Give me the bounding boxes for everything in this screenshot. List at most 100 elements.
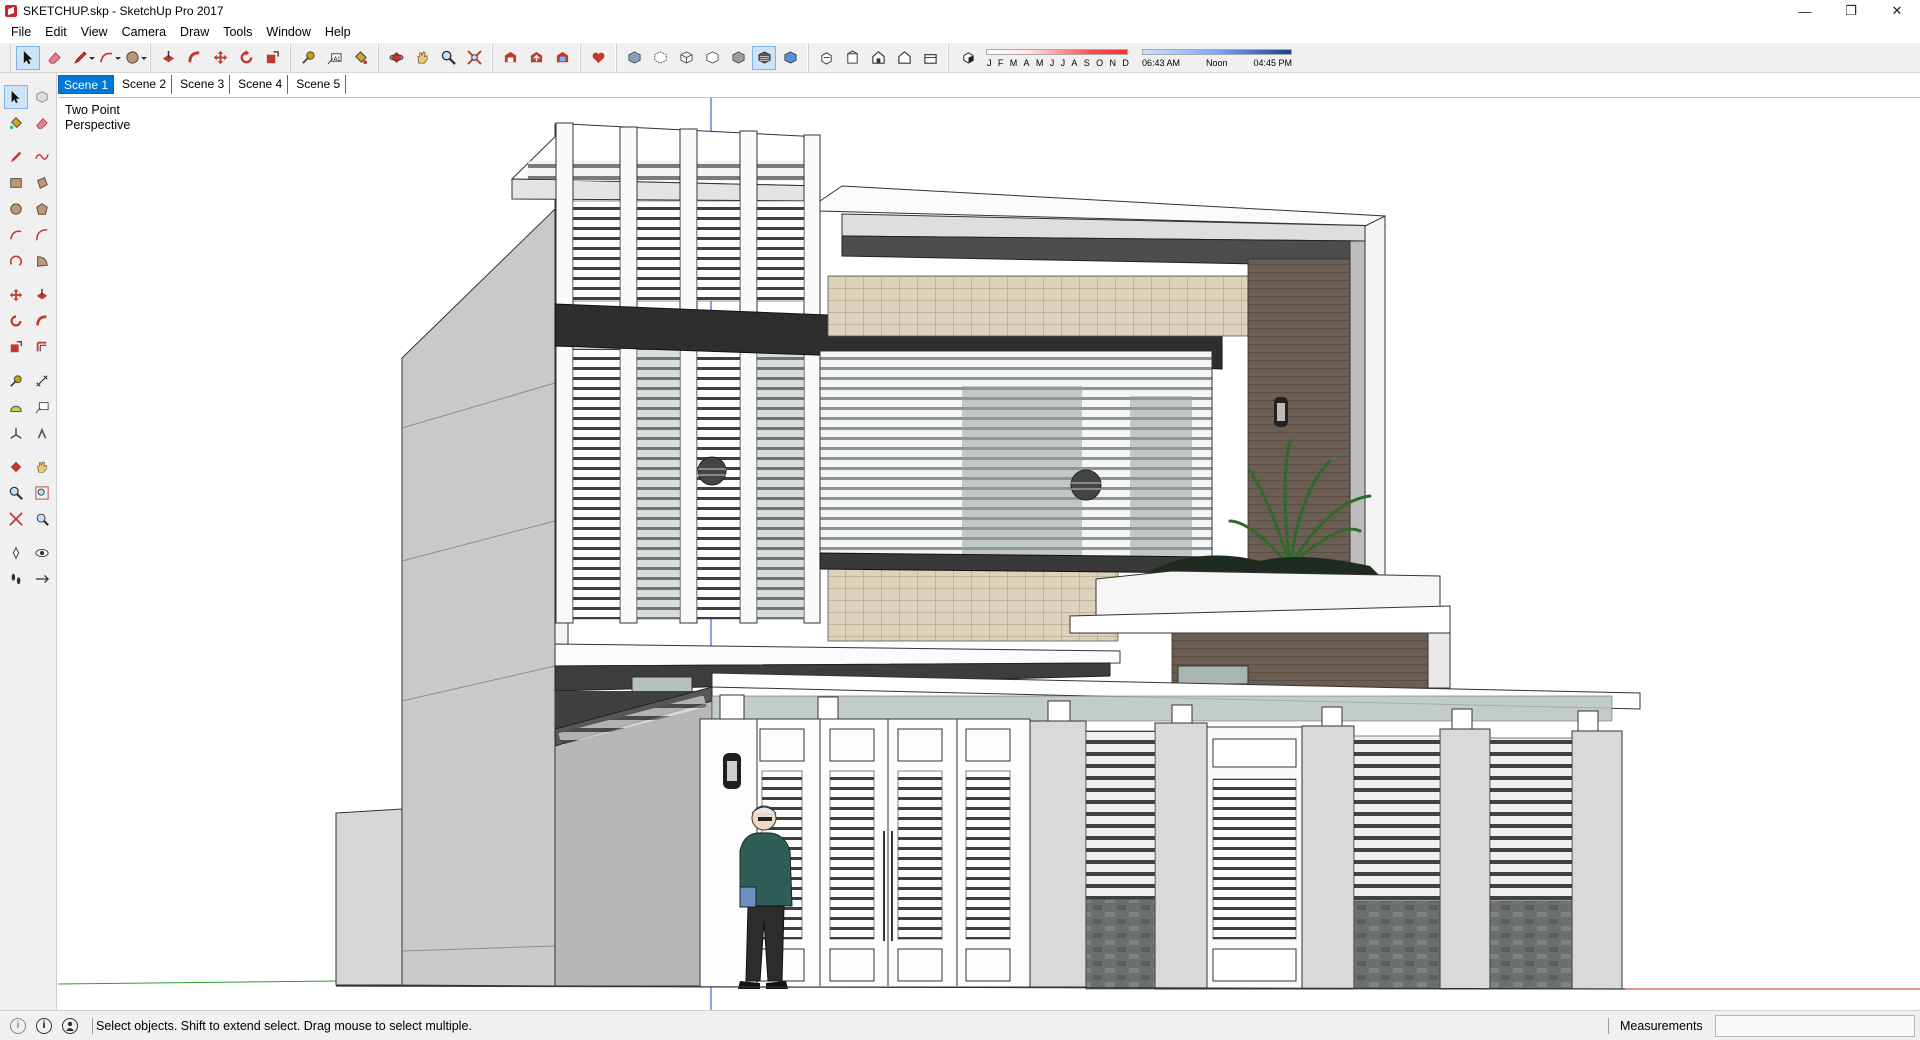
freehand-tool[interactable]: [30, 145, 54, 169]
close-button[interactable]: ✕: [1874, 0, 1920, 22]
display-shadows-button[interactable]: [956, 46, 980, 70]
scale-tool[interactable]: [4, 335, 28, 359]
right-view-button[interactable]: [892, 46, 916, 70]
shaded-with-textures-button[interactable]: [752, 45, 776, 70]
paint-bucket-tool[interactable]: [4, 111, 28, 135]
minimize-button[interactable]: —: [1782, 0, 1828, 22]
green-axis-line: [58, 980, 341, 985]
palette-row: [4, 369, 56, 393]
tape-measure-tool[interactable]: [4, 369, 28, 393]
extension-warehouse-button[interactable]: [586, 46, 610, 70]
menu-file[interactable]: File: [4, 22, 38, 42]
circle-tool[interactable]: [4, 197, 28, 221]
pan-tool[interactable]: [30, 455, 54, 479]
push-pull-tool[interactable]: [30, 283, 54, 307]
zoom-tool[interactable]: [4, 481, 28, 505]
share-model-button[interactable]: [524, 46, 548, 70]
position-camera-tool[interactable]: [4, 541, 28, 565]
two-point-arc-tool[interactable]: [30, 223, 54, 247]
previous-view-tool[interactable]: [30, 507, 54, 531]
month-label: M: [1009, 57, 1018, 68]
share-component-button[interactable]: [550, 46, 574, 70]
offset-tool[interactable]: [30, 335, 54, 359]
text-tool[interactable]: [30, 395, 54, 419]
axes-tool[interactable]: [4, 421, 28, 445]
back-view-button[interactable]: [918, 46, 942, 70]
user-account-icon[interactable]: [62, 1017, 78, 1034]
eraser-tool-button[interactable]: [42, 46, 66, 70]
shadow-month-slider[interactable]: J F M A M J J A S O N D: [986, 46, 1129, 70]
menu-edit[interactable]: Edit: [38, 22, 74, 42]
line-tool-button[interactable]: [68, 46, 95, 70]
orbit-tool[interactable]: [4, 455, 28, 479]
select-tool[interactable]: [4, 85, 28, 109]
menu-draw[interactable]: Draw: [173, 22, 216, 42]
shadow-time-slider[interactable]: 06:43 AM Noon 04:45 PM: [1142, 46, 1292, 70]
move-tool[interactable]: [4, 283, 28, 307]
iso-view-button[interactable]: [814, 46, 838, 70]
walk-tool[interactable]: [4, 567, 28, 591]
xray-style-button[interactable]: [622, 46, 646, 70]
rectangle-tool[interactable]: [4, 171, 28, 195]
zoom-extents-tool[interactable]: [4, 507, 28, 531]
section-plane-tool[interactable]: [30, 567, 54, 591]
back-edges-button[interactable]: [648, 46, 672, 70]
rotated-rectangle-tool[interactable]: [30, 171, 54, 195]
paint-bucket-button[interactable]: [348, 46, 372, 70]
menu-view[interactable]: View: [74, 22, 115, 42]
orbit-button[interactable]: [384, 46, 408, 70]
3d-warehouse-button[interactable]: [498, 46, 522, 70]
palette-row: [4, 111, 56, 135]
move-icon: [9, 288, 23, 302]
eraser-tool[interactable]: [30, 111, 54, 135]
look-around-tool[interactable]: [30, 541, 54, 565]
polygon-tool[interactable]: [30, 197, 54, 221]
scale-button[interactable]: [260, 46, 284, 70]
front-view-button[interactable]: [866, 46, 890, 70]
push-pull-button[interactable]: [156, 46, 180, 70]
monochrome-button[interactable]: [778, 46, 802, 70]
restore-button[interactable]: ❐: [1828, 0, 1874, 22]
rotate-button[interactable]: [234, 46, 258, 70]
follow-me-button[interactable]: [182, 46, 206, 70]
tab-scene-5[interactable]: Scene 5: [291, 75, 347, 94]
3d-text-tool[interactable]: [30, 421, 54, 445]
shape-tool-button[interactable]: [120, 46, 147, 70]
zoom-window-tool[interactable]: [30, 481, 54, 505]
zoom-button[interactable]: [436, 46, 460, 70]
rotate-tool[interactable]: [4, 309, 28, 333]
tab-scene-1[interactable]: Scene 1: [58, 75, 115, 94]
menu-window[interactable]: Window: [259, 22, 317, 42]
credits-info-icon[interactable]: i: [36, 1017, 52, 1034]
three-point-arc-tool[interactable]: [4, 249, 28, 273]
menu-tools[interactable]: Tools: [216, 22, 259, 42]
menu-help[interactable]: Help: [318, 22, 358, 42]
dimension-tool[interactable]: [30, 369, 54, 393]
top-view-button[interactable]: [840, 46, 864, 70]
text-tool-button[interactable]: A1: [322, 46, 346, 70]
move-button[interactable]: [208, 46, 232, 70]
pie-tool[interactable]: [30, 249, 54, 273]
component-tool[interactable]: [30, 85, 54, 109]
menu-camera[interactable]: Camera: [115, 22, 173, 42]
hidden-line-button[interactable]: [700, 46, 724, 70]
monochrome-icon: [784, 51, 796, 64]
tab-scene-4[interactable]: Scene 4: [233, 75, 289, 94]
zoom-extents-button[interactable]: [462, 46, 486, 70]
arc-tool-button[interactable]: [94, 46, 121, 70]
tab-scene-2[interactable]: Scene 2: [117, 75, 173, 94]
wireframe-button[interactable]: [674, 46, 698, 70]
measurements-input[interactable]: [1715, 1015, 1915, 1037]
line-tool[interactable]: [4, 145, 28, 169]
tab-scene-3[interactable]: Scene 3: [175, 75, 231, 94]
arrow-cursor-icon: [11, 90, 20, 104]
follow-me-tool[interactable]: [30, 309, 54, 333]
geo-location-icon[interactable]: i: [10, 1017, 26, 1034]
arc-tool[interactable]: [4, 223, 28, 247]
pan-button[interactable]: [410, 46, 434, 70]
select-tool-button[interactable]: [16, 45, 40, 70]
shaded-button[interactable]: [726, 46, 750, 70]
model-viewport[interactable]: Two Point Perspective: [58, 97, 1920, 1010]
tape-measure-button[interactable]: [296, 46, 320, 70]
protractor-tool[interactable]: [4, 395, 28, 419]
